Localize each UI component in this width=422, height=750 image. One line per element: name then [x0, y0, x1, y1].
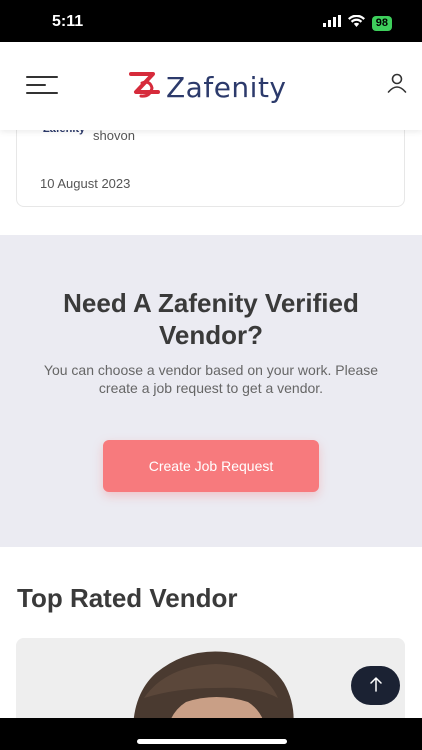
arrow-up-icon — [369, 676, 383, 695]
card-date: 10 August 2023 — [40, 176, 131, 191]
app-header: Zafenity — [0, 42, 422, 130]
signal-icon — [322, 14, 341, 32]
create-job-request-button[interactable]: Create Job Request — [103, 440, 319, 492]
battery-icon: 98 — [371, 15, 392, 31]
status-icons: 98 — [322, 14, 392, 32]
user-icon[interactable] — [386, 72, 408, 94]
status-bar: 5:11 98 — [0, 0, 422, 42]
menu-icon[interactable] — [26, 76, 60, 98]
cta-title: Need A Zafenity Verified Vendor? — [63, 288, 359, 350]
vendor-cta-section: Need A Zafenity Verified Vendor? You can… — [0, 235, 422, 547]
scroll-to-top-button[interactable] — [351, 666, 400, 705]
logo[interactable]: Zafenity — [128, 70, 287, 105]
cta-subtitle: You can choose a vendor based on your wo… — [43, 362, 379, 396]
wifi-icon — [347, 14, 365, 32]
home-indicator[interactable] — [137, 739, 287, 744]
status-time: 5:11 — [52, 13, 84, 30]
section-title: Top Rated Vendor — [17, 583, 238, 613]
logo-text: Zafenity — [166, 71, 287, 104]
logo-mark-icon — [128, 70, 162, 105]
home-bar — [0, 718, 422, 750]
card-author: shovon — [93, 128, 135, 143]
